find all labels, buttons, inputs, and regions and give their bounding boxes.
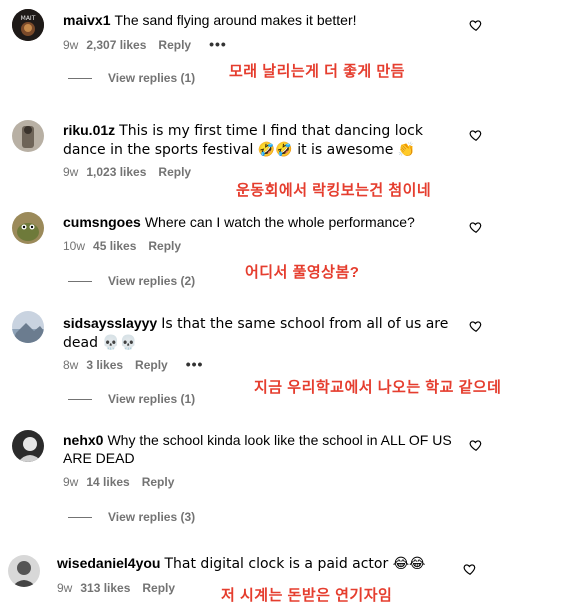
comment-age: 10w [63, 239, 86, 253]
avatar[interactable] [12, 311, 44, 343]
avatar[interactable] [12, 120, 44, 152]
avatar[interactable]: MAIT [12, 9, 44, 41]
comment-meta: 8w 3 likes Reply ••• [63, 356, 203, 372]
comment-username[interactable]: riku.01z [63, 122, 115, 138]
comment-body: This is my first time I find that dancin… [63, 123, 423, 158]
comment-text: nehx0 Why the school kinda look like the … [63, 431, 458, 467]
korean-annotation: 저 시계는 돈받은 연기자임 [221, 587, 393, 604]
heart-outline-icon[interactable] [469, 128, 483, 142]
view-replies-label: View replies (2) [108, 274, 196, 288]
divider-line [68, 517, 92, 519]
comment-meta: 9w 1,023 likes Reply [63, 164, 191, 180]
comment-text: sidsaysslayyy Is that the same school fro… [63, 314, 463, 352]
heart-outline-icon[interactable] [463, 562, 477, 576]
comment-body: Where can I watch the whole performance? [144, 214, 415, 230]
more-options-button[interactable]: ••• [209, 36, 227, 52]
korean-annotation: 어디서 풀영상봄? [245, 264, 360, 281]
like-count[interactable]: 313 likes [80, 581, 130, 595]
comment-age: 9w [63, 165, 79, 179]
reply-button[interactable]: Reply [135, 358, 168, 372]
avatar[interactable] [12, 430, 44, 462]
comment-age: 9w [63, 38, 79, 52]
comment-body: That digital clock is a paid actor 😂😂 [164, 556, 426, 572]
more-options-button[interactable]: ••• [186, 356, 204, 372]
reply-button[interactable]: Reply [158, 165, 191, 179]
comment-username[interactable]: cumsngoes [63, 214, 141, 230]
heart-outline-icon[interactable] [469, 438, 483, 452]
avatar[interactable] [8, 555, 40, 587]
like-count[interactable]: 2,307 likes [86, 38, 146, 52]
reply-button[interactable]: Reply [158, 38, 191, 52]
avatar[interactable] [12, 212, 44, 244]
comment-age: 8w [63, 358, 79, 372]
comment-text: maivx1 The sand flying around makes it be… [63, 11, 463, 29]
comment-body: Why the school kinda look like the schoo… [63, 432, 452, 466]
divider-line [68, 78, 92, 80]
comment-text: cumsngoes Where can I watch the whole per… [63, 213, 463, 231]
comment-username[interactable]: wisedaniel4you [57, 555, 160, 571]
korean-annotation: 운동회에서 락킹보는건 첨이네 [236, 182, 432, 199]
like-count[interactable]: 14 likes [86, 475, 129, 489]
comment-meta: 9w 313 likes Reply [57, 580, 175, 596]
comment-username[interactable]: sidsaysslayyy [63, 315, 157, 331]
korean-annotation: 지금 우리학교에서 나오는 학교 같으데 [254, 379, 502, 396]
heart-outline-icon[interactable] [469, 319, 483, 333]
comment-meta: 9w 2,307 likes Reply ••• [63, 36, 227, 52]
svg-text:MAIT: MAIT [21, 15, 36, 22]
comment-meta: 9w 14 likes Reply [63, 474, 174, 490]
view-replies-label: View replies (1) [108, 392, 196, 406]
like-count[interactable]: 1,023 likes [86, 165, 146, 179]
view-replies-label: View replies (3) [108, 510, 196, 524]
divider-line [68, 281, 92, 283]
heart-outline-icon[interactable] [469, 18, 483, 32]
comment-age: 9w [57, 581, 73, 595]
view-replies-label: View replies (1) [108, 71, 196, 85]
comment-username[interactable]: maivx1 [63, 12, 110, 28]
comment-age: 9w [63, 475, 79, 489]
heart-outline-icon[interactable] [469, 220, 483, 234]
korean-annotation: 모래 날리는게 더 좋게 만듬 [229, 63, 405, 80]
like-count[interactable]: 45 likes [93, 239, 136, 253]
comment-username[interactable]: nehx0 [63, 432, 103, 448]
view-replies-button[interactable]: View replies (1) [68, 391, 195, 407]
comment-text: riku.01z This is my first time I find tha… [63, 121, 453, 159]
reply-button[interactable]: Reply [142, 475, 175, 489]
like-count[interactable]: 3 likes [86, 358, 123, 372]
comment-text: wisedaniel4you That digital clock is a pa… [57, 554, 457, 573]
divider-line [68, 399, 92, 401]
reply-button[interactable]: Reply [148, 239, 181, 253]
comment-meta: 10w 45 likes Reply [63, 238, 181, 254]
view-replies-button[interactable]: View replies (1) [68, 70, 195, 86]
view-replies-button[interactable]: View replies (2) [68, 273, 195, 289]
reply-button[interactable]: Reply [142, 581, 175, 595]
view-replies-button[interactable]: View replies (3) [68, 509, 195, 525]
comment-body: The sand flying around makes it better! [114, 12, 357, 28]
